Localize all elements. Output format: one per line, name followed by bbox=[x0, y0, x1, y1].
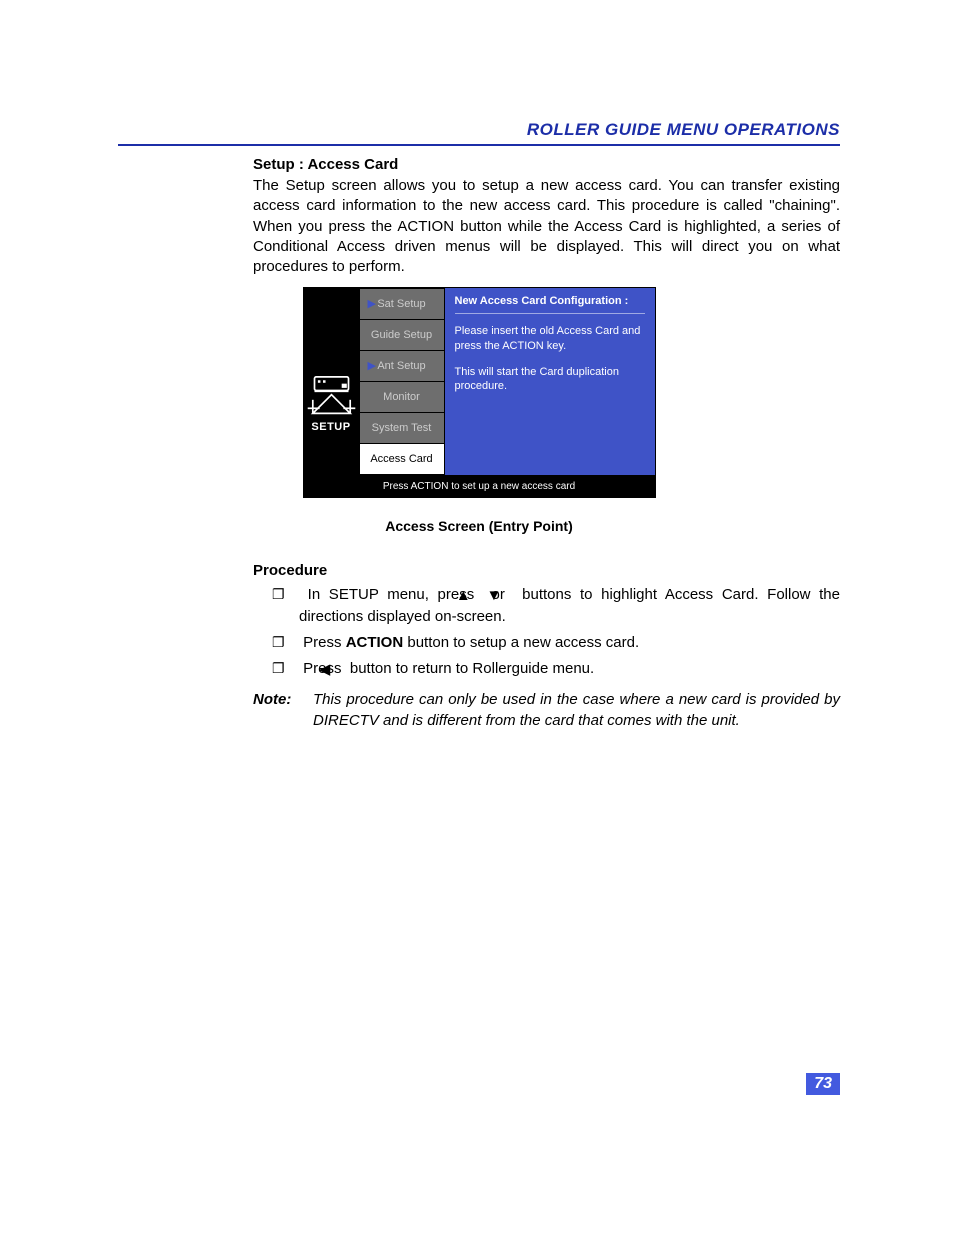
setup-icon-label: SETUP bbox=[304, 421, 359, 433]
page-header: ROLLER GUIDE MENU OPERATIONS bbox=[118, 120, 840, 146]
procedure-step-1: In SETUP menu, press ▲ or ▼ buttons to h… bbox=[253, 585, 840, 627]
menu-item-guide-setup: Guide Setup bbox=[360, 320, 444, 350]
section-heading: Setup : Access Card bbox=[253, 156, 840, 173]
menu-item-label: System Test bbox=[372, 422, 432, 434]
procedure-list: In SETUP menu, press ▲ or ▼ buttons to h… bbox=[253, 585, 840, 680]
arrow-right-icon: ▶ bbox=[368, 299, 376, 310]
menu-item-label: Guide Setup bbox=[371, 329, 432, 341]
menu-item-label: Sat Setup bbox=[377, 298, 425, 310]
note-text: This procedure can only be used in the c… bbox=[313, 690, 840, 731]
page-number: 73 bbox=[806, 1073, 840, 1095]
page-header-title: ROLLER GUIDE MENU OPERATIONS bbox=[527, 120, 840, 139]
menu-item-sat-setup: ▶ Sat Setup bbox=[360, 289, 444, 319]
detail-line-2: This will start the Card duplication pro… bbox=[455, 365, 645, 394]
detail-line-1: Please insert the old Access Card and pr… bbox=[455, 324, 645, 353]
figure-hint-bar: Press ACTION to set up a new access card bbox=[304, 475, 655, 497]
setup-icon-column: SETUP bbox=[304, 288, 359, 475]
setup-device-icon bbox=[306, 376, 357, 417]
procedure-step-2: Press ACTION button to setup a new acces… bbox=[253, 633, 840, 653]
note-label: Note: bbox=[253, 690, 313, 731]
section-paragraph: The Setup screen allows you to setup a n… bbox=[253, 176, 840, 277]
detail-title: New Access Card Configuration : bbox=[455, 295, 645, 314]
figure-container: SETUP ▶ Sat Setup Guide Setup ▶ Ant Setu… bbox=[118, 287, 840, 534]
menu-column: ▶ Sat Setup Guide Setup ▶ Ant Setup Moni… bbox=[359, 288, 445, 475]
menu-item-label: Ant Setup bbox=[377, 360, 425, 372]
detail-panel: New Access Card Configuration : Please i… bbox=[445, 288, 655, 475]
menu-item-access-card: Access Card bbox=[360, 444, 444, 474]
menu-item-ant-setup: ▶ Ant Setup bbox=[360, 351, 444, 381]
menu-item-system-test: System Test bbox=[360, 413, 444, 443]
procedure-heading: Procedure bbox=[253, 562, 840, 579]
menu-item-monitor: Monitor bbox=[360, 382, 444, 412]
procedure-step-3: Press ◀ button to return to Rollerguide … bbox=[253, 659, 840, 680]
menu-item-label: Monitor bbox=[383, 391, 420, 403]
arrow-right-icon: ▶ bbox=[368, 361, 376, 372]
menu-item-label: Access Card bbox=[370, 453, 432, 465]
ui-screenshot-figure: SETUP ▶ Sat Setup Guide Setup ▶ Ant Setu… bbox=[303, 287, 656, 498]
note-block: Note: This procedure can only be used in… bbox=[253, 690, 840, 731]
figure-caption: Access Screen (Entry Point) bbox=[118, 518, 840, 534]
